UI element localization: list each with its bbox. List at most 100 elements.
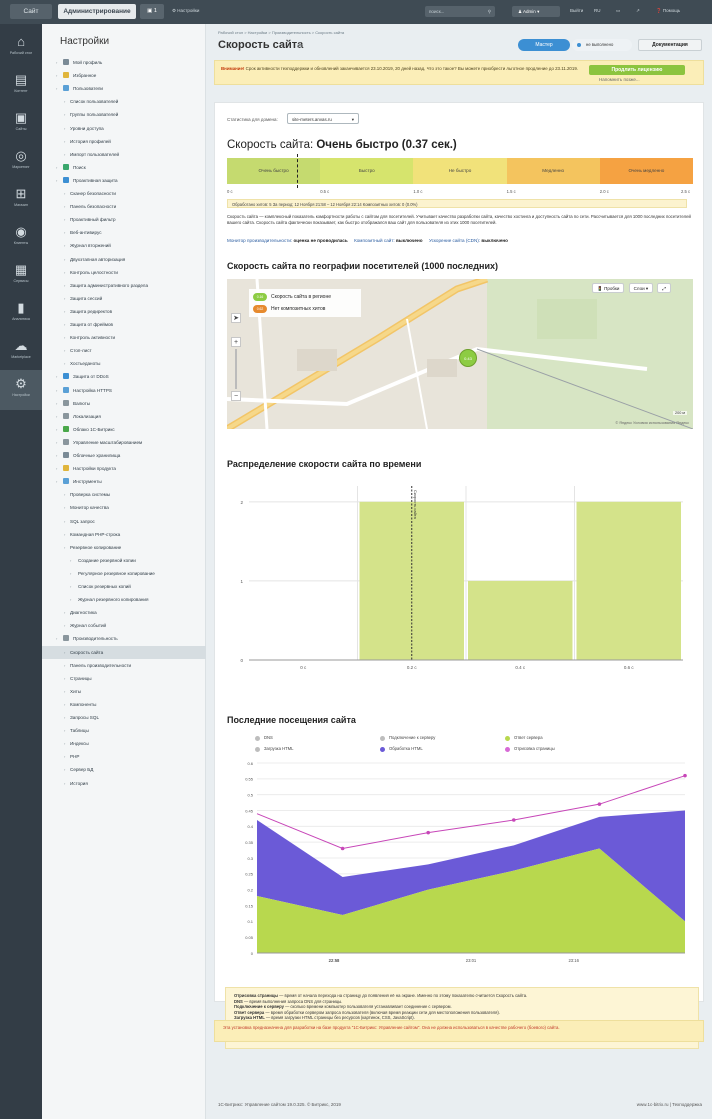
iconbar-item-store[interactable]: ⊞ Магазин: [0, 180, 42, 220]
menu-item[interactable]: › Защита редиректов: [42, 305, 206, 318]
tab-admin[interactable]: Администрирование: [58, 4, 136, 19]
iconbar-item-clients[interactable]: ◉ Клиенты: [0, 218, 42, 258]
iconbar-item-marketing[interactable]: ◎ Маркетинг: [0, 142, 42, 182]
menu-item[interactable]: › Журнал событий: [42, 619, 206, 632]
menu-item[interactable]: › Инструменты: [42, 475, 206, 488]
master-button[interactable]: Мастер: [518, 39, 570, 51]
search-input[interactable]: поиск... ⚲: [425, 6, 495, 17]
chevron-right-icon[interactable]: ›: [56, 410, 57, 423]
menu-item[interactable]: › Резервное копирование: [42, 541, 206, 554]
menu-item[interactable]: › Облачные хранилища: [42, 449, 206, 462]
menu-item[interactable]: › Список пользователей: [42, 95, 206, 108]
menu-item[interactable]: › Облако 1С-Битрикс: [42, 423, 206, 436]
render-point[interactable]: [683, 773, 687, 778]
monitor-link[interactable]: Монитор производительности:: [227, 238, 292, 243]
menu-item[interactable]: › Проактивная защита: [42, 174, 206, 187]
chevron-right-icon[interactable]: ›: [56, 449, 57, 462]
menu-item[interactable]: › Проактивный фильтр: [42, 213, 206, 226]
iconbar-item-content[interactable]: ▤ Контент: [0, 66, 42, 106]
chevron-right-icon[interactable]: ›: [56, 632, 57, 645]
menu-item[interactable]: › Диагностика: [42, 606, 206, 619]
menu-item[interactable]: › Стоп-лист: [42, 344, 206, 357]
iconbar-item-sites[interactable]: ▣ Сайты: [0, 104, 42, 144]
distribution-bar[interactable]: [468, 580, 573, 660]
notifications-button[interactable]: ▣ 1: [140, 4, 164, 19]
chevron-right-icon[interactable]: ›: [56, 475, 57, 488]
menu-item[interactable]: › Монитор качества: [42, 501, 206, 514]
renew-license-button[interactable]: Продлить лицензию: [589, 65, 685, 75]
menu-item[interactable]: › Индексы: [42, 737, 206, 750]
locate-icon[interactable]: ➤: [231, 313, 241, 323]
visits-legend-item[interactable]: DNS: [255, 733, 273, 743]
status-button[interactable]: не выполнено: [572, 39, 632, 51]
visits-legend-item[interactable]: Ответ сервера: [505, 733, 543, 743]
chevron-right-icon[interactable]: ›: [56, 384, 57, 397]
menu-item[interactable]: › PHP: [42, 750, 206, 763]
logout-link[interactable]: Выйти: [570, 8, 583, 13]
menu-item[interactable]: › Защита административного раздела: [42, 279, 206, 292]
footer-links[interactable]: www.1c-bitrix.ru | Техподдержка: [637, 1102, 702, 1107]
menu-item[interactable]: › Избранное: [42, 69, 206, 82]
menu-item[interactable]: › Двухэтапная авторизация: [42, 253, 206, 266]
pin-icon[interactable]: ↗: [636, 8, 640, 14]
iconbar-item-home[interactable]: ⌂ Рабочий стол: [0, 28, 42, 68]
cdn-link[interactable]: Ускорение сайта (CDN):: [429, 238, 480, 243]
visits-legend-item[interactable]: Подключение к серверу: [380, 733, 435, 743]
chevron-right-icon[interactable]: ›: [56, 436, 57, 449]
menu-item[interactable]: › Командная PHP-строка: [42, 528, 206, 541]
geo-map[interactable]: 0.16 Скорость сайта в регионе 0.62 Нет комп…: [227, 279, 693, 429]
visits-legend-item[interactable]: Загрузка HTML: [255, 744, 294, 754]
menu-item[interactable]: › Запросы SQL: [42, 711, 206, 724]
menu-item[interactable]: › Журнал вторжений: [42, 239, 206, 252]
breadcrumb[interactable]: Рабочий стол > Настройки > Производитель…: [218, 30, 344, 35]
render-point[interactable]: [512, 818, 516, 822]
menu-item[interactable]: › Журнал резервного копирования: [42, 593, 206, 606]
menu-item[interactable]: › Проверка системы: [42, 488, 206, 501]
menu-item[interactable]: › Пользователи: [42, 82, 206, 95]
menu-item[interactable]: › Уровни доступа: [42, 122, 206, 135]
menu-item[interactable]: › Панель производительности: [42, 659, 206, 672]
menu-item[interactable]: › Импорт пользователей: [42, 148, 206, 161]
menu-item[interactable]: › Группы пользователей: [42, 108, 206, 121]
zoom-in-button[interactable]: +: [231, 337, 241, 347]
menu-item[interactable]: › Сервер БД: [42, 763, 206, 776]
render-point[interactable]: [426, 830, 430, 835]
menu-item[interactable]: › Управление масштабированием: [42, 436, 206, 449]
menu-item[interactable]: › Защита от DDoS: [42, 370, 206, 383]
menu-item[interactable]: › Контроль активности: [42, 331, 206, 344]
menu-item[interactable]: › Хиты: [42, 685, 206, 698]
iconbar-item-services[interactable]: ▦ Сервисы: [0, 256, 42, 296]
map-copyright[interactable]: © Яндекс Условия использования Яндекс: [615, 421, 689, 425]
visits-legend-item[interactable]: Отрисовка страницы: [505, 744, 555, 754]
domain-select[interactable]: site-meters.anvas.ru ▾: [287, 113, 359, 124]
menu-item[interactable]: › Страницы: [42, 672, 206, 685]
iconbar-item-analytics[interactable]: ▮ Аналитика: [0, 294, 42, 334]
composite-link[interactable]: Композитный сайт:: [354, 238, 395, 243]
menu-item[interactable]: › Хостьеданоты: [42, 357, 206, 370]
documentation-button[interactable]: Документация: [638, 39, 702, 51]
chevron-right-icon[interactable]: ›: [56, 462, 57, 475]
menu-item[interactable]: › Компоненты: [42, 698, 206, 711]
chevron-right-icon[interactable]: ›: [56, 161, 57, 174]
tab-site[interactable]: Сайт: [10, 4, 52, 19]
remind-later-link[interactable]: Напомнить позже...: [599, 77, 640, 82]
zoom-slider[interactable]: [235, 349, 237, 389]
settings-link[interactable]: ⚙ Настройки: [172, 8, 199, 14]
chevron-right-icon[interactable]: ›: [56, 56, 57, 69]
menu-item[interactable]: › Список резервных копий: [42, 580, 206, 593]
render-point[interactable]: [597, 802, 602, 806]
menu-item[interactable]: › Регулярное резервное копирование: [42, 567, 206, 580]
zoom-out-button[interactable]: −: [231, 391, 241, 401]
visits-legend-item[interactable]: Обработка HTML: [380, 744, 423, 754]
chevron-right-icon[interactable]: ›: [56, 174, 57, 187]
menu-item[interactable]: › Таблицы: [42, 724, 206, 737]
window-icon[interactable]: ▭: [616, 8, 620, 14]
language-select[interactable]: RU: [594, 8, 601, 13]
render-point[interactable]: [340, 846, 345, 851]
menu-item[interactable]: › Веб-антивирус: [42, 226, 206, 239]
chevron-right-icon[interactable]: ›: [56, 397, 57, 410]
menu-item[interactable]: › Создание резервной копии: [42, 554, 206, 567]
distribution-bar[interactable]: [576, 501, 682, 660]
menu-item[interactable]: › Поиск: [42, 161, 206, 174]
chevron-right-icon[interactable]: ›: [56, 370, 57, 383]
